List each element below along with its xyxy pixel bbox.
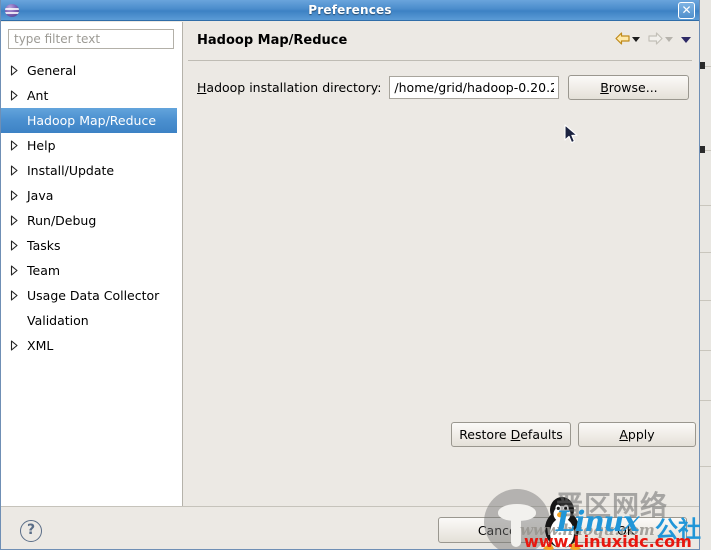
back-arrow-icon[interactable] [615,30,630,49]
preferences-dialog: Preferences ✕ General Ant Hadoop Map/Reduc… [0,0,700,550]
ok-button[interactable]: OK [565,517,687,543]
apply-rest: pply [627,427,655,442]
expand-arrow-icon[interactable] [1,340,27,351]
sidebar-item-install-update[interactable]: Install/Update [1,158,183,183]
dialog-footer: ? Cancel OK [1,506,699,549]
sidebar-item-label: General [27,63,77,78]
hadoop-directory-row: Hadoop installation directory: Browse... [197,74,692,100]
expand-arrow-icon[interactable] [1,240,27,251]
sidebar-item-validation[interactable]: Validation [1,308,183,333]
forward-arrow-icon [648,30,663,49]
sidebar-item-label: Tasks [27,238,61,253]
sidebar-item-java[interactable]: Java [1,183,183,208]
expand-arrow-icon[interactable] [1,65,27,76]
hadoop-directory-label: Hadoop installation directory: [197,80,381,95]
page-nav-toolbar [615,30,691,49]
forward-nav-group [648,30,673,49]
preferences-tree: General Ant Hadoop Map/Reduce Help Install/U… [1,58,183,358]
restore-rest: efaults [520,427,563,442]
restore-prefix: Restore [459,427,511,442]
filter-input[interactable] [8,29,174,49]
sidebar-item-label: Validation [27,313,89,328]
hadoop-directory-input[interactable] [389,75,560,99]
screen: Preferences ✕ General Ant Hadoop Map/Reduc… [0,0,711,550]
sidebar-item-label: Ant [27,88,49,103]
header-divider [188,60,692,61]
preference-page: Hadoop Map/Reduce Hadoop installation di… [184,22,699,506]
page-title: Hadoop Map/Reduce [197,33,348,48]
label-mnemonic: H [197,79,207,95]
sidebar-item-general[interactable]: General [1,58,183,83]
sidebar-item-help[interactable]: Help [1,133,183,158]
window-titlebar: Preferences ✕ [1,0,699,21]
forward-dropdown-icon [665,37,673,42]
browse-rest: rowse... [608,79,658,95]
expand-arrow-icon[interactable] [1,265,27,276]
sidebar-item-label: Hadoop Map/Reduce [27,113,157,128]
expand-arrow-icon[interactable] [1,290,27,301]
sidebar-item-ant[interactable]: Ant [1,83,183,108]
sidebar-item-usage-data-collector[interactable]: Usage Data Collector [1,283,183,308]
expand-arrow-icon[interactable] [1,215,27,226]
help-icon[interactable]: ? [20,520,42,542]
sidebar-item-run-debug[interactable]: Run/Debug [1,208,183,233]
sidebar-item-tasks[interactable]: Tasks [1,233,183,258]
sidebar-item-label: XML [27,338,54,353]
expand-arrow-icon[interactable] [1,190,27,201]
sidebar-item-xml[interactable]: XML [1,333,183,358]
sidebar-item-hadoop-map-reduce[interactable]: Hadoop Map/Reduce [1,108,177,133]
label-rest: adoop installation directory: [206,79,382,95]
sidebar-item-label: Usage Data Collector [27,288,160,303]
view-menu-icon[interactable] [681,36,691,43]
close-icon[interactable]: ✕ [678,2,695,19]
apply-mnemonic: A [619,427,628,442]
sidebar-item-label: Java [27,188,54,203]
browse-mnemonic: B [600,79,609,95]
back-dropdown-icon[interactable] [632,37,640,42]
dialog-body: General Ant Hadoop Map/Reduce Help Install/U… [1,22,699,549]
sidebar-item-label: Team [27,263,61,278]
back-nav-group[interactable] [615,30,640,49]
sidebar-item-label: Run/Debug [27,213,97,228]
mouse-cursor [564,124,578,144]
restore-defaults-button[interactable]: Restore Defaults [451,422,571,447]
preferences-tree-panel: General Ant Hadoop Map/Reduce Help Install/U… [1,22,183,506]
cancel-button[interactable]: Cancel [438,517,560,543]
expand-arrow-icon[interactable] [1,90,27,101]
sidebar-item-team[interactable]: Team [1,258,183,283]
expand-arrow-icon[interactable] [1,140,27,151]
sidebar-item-label: Install/Update [27,163,115,178]
expand-arrow-icon[interactable] [1,165,27,176]
browse-button[interactable]: Browse... [568,74,690,100]
apply-button[interactable]: Apply [578,422,696,447]
sidebar-item-label: Help [27,138,56,153]
window-title: Preferences [308,3,392,17]
restore-mnemonic: D [510,427,521,442]
